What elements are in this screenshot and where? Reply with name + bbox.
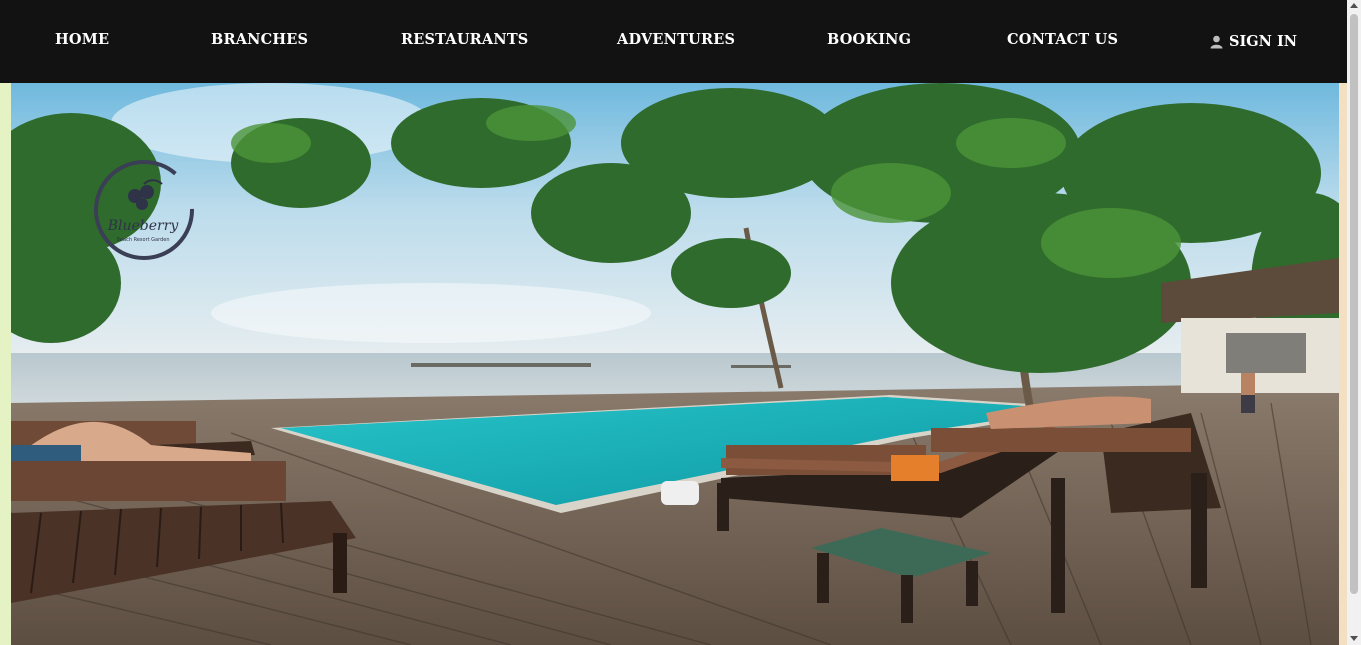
nav-restaurants-link[interactable]: RESTAURANTS: [401, 31, 528, 48]
hero-image: Blueberry Beach Resort Garden: [11, 83, 1339, 645]
nav-contact-us-link[interactable]: CONTACT US: [1007, 31, 1118, 48]
scroll-thumb[interactable]: [1350, 14, 1358, 594]
left-edge-strip: [0, 83, 11, 645]
scroll-down-arrow-icon[interactable]: [1350, 636, 1358, 641]
logo-name: Blueberry: [107, 218, 180, 234]
nav-booking-link[interactable]: BOOKING: [827, 31, 911, 48]
blueberry-logo[interactable]: Blueberry Beach Resort Garden: [86, 150, 204, 270]
nav-adventures-link[interactable]: ADVENTURES: [617, 31, 735, 48]
right-edge-strip: [1339, 83, 1347, 645]
sign-in-label: SIGN IN: [1229, 33, 1297, 50]
logo-tagline: Beach Resort Garden: [117, 237, 170, 243]
nav-branches-link[interactable]: BRANCHES: [211, 31, 308, 48]
sign-in-button[interactable]: SIGN IN: [1210, 33, 1297, 50]
top-navbar: HOME BRANCHES RESTAURANTS ADVENTURES BOO…: [0, 0, 1347, 83]
user-icon: [1210, 35, 1223, 48]
resort-pool-scene: [11, 83, 1339, 645]
nav-home-link[interactable]: HOME: [55, 31, 109, 48]
page-scrollbar[interactable]: [1347, 0, 1361, 645]
scroll-up-arrow-icon[interactable]: [1350, 3, 1358, 8]
